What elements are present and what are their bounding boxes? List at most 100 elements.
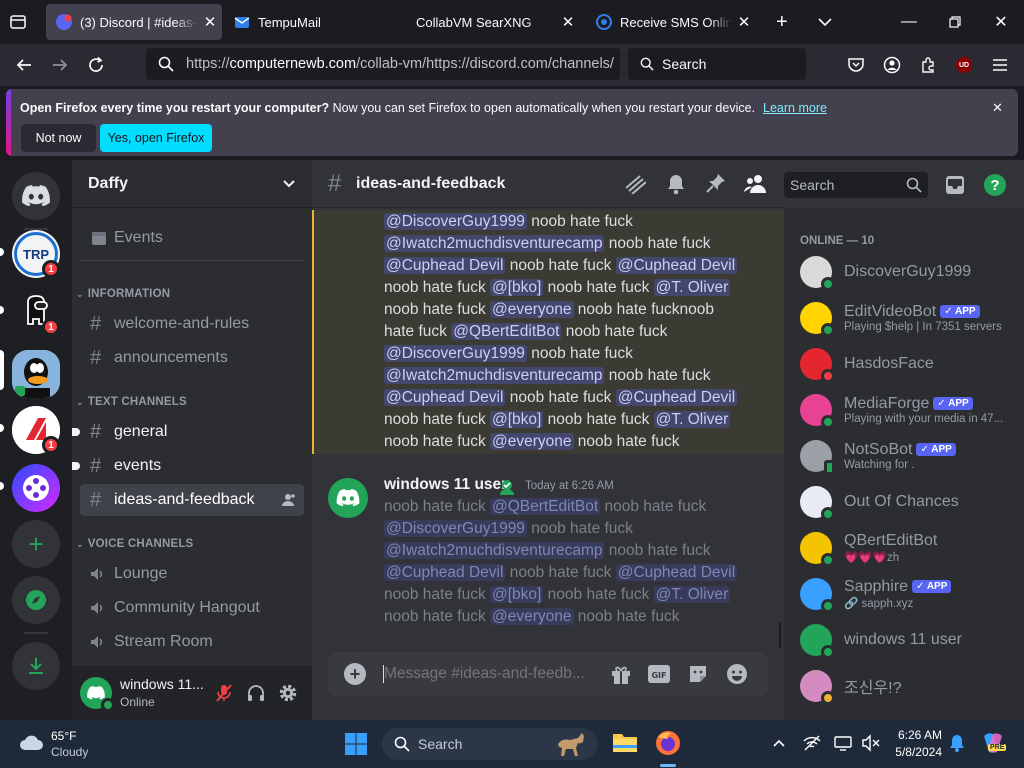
voice-channel-stream-room[interactable]: Stream Room (80, 626, 304, 658)
user-mention[interactable]: @Iwatch2muchdisventurecamp (384, 542, 605, 559)
bell-icon[interactable] (666, 173, 686, 195)
message-input[interactable] (384, 660, 588, 688)
avatar[interactable] (80, 677, 115, 712)
reload-icon[interactable] (80, 49, 112, 81)
gear-icon[interactable] (278, 683, 298, 703)
display-icon[interactable] (834, 734, 852, 752)
chevron-up-icon[interactable] (772, 736, 786, 750)
member-item[interactable]: MediaForge ✓ APP Playing with your media i… (792, 388, 1016, 432)
category-information[interactable]: ⌄ INFORMATION (76, 288, 170, 300)
avatar[interactable] (328, 478, 368, 518)
user-mention[interactable]: @Cuphead Devil (615, 564, 738, 581)
user-mention[interactable]: @Iwatch2muchdisventurecamp (384, 367, 605, 384)
scrollbar-thumb[interactable] (779, 622, 781, 648)
user-mention[interactable]: @Cuphead Devil (384, 257, 506, 274)
close-tab-icon[interactable]: ✕ (556, 10, 580, 34)
invite-member-icon[interactable] (282, 493, 296, 507)
channel-welcome-and-rules[interactable]: # welcome-and-rules (80, 308, 304, 340)
url-bar[interactable]: https://computernewb.com/collab-vm/https… (146, 48, 620, 80)
user-mention[interactable]: @T. Oliver (653, 586, 731, 603)
category-text-channels[interactable]: ⌄ TEXT CHANNELS (76, 396, 187, 408)
inbox-icon[interactable] (944, 174, 966, 196)
channel-general[interactable]: # general (72, 416, 304, 448)
member-item[interactable]: 조신우!? (792, 664, 1016, 708)
extensions-icon[interactable] (912, 49, 944, 81)
yes-open-firefox-button[interactable]: Yes, open Firefox (100, 124, 212, 152)
web-search-bar[interactable]: Search (628, 48, 806, 80)
headphones-icon[interactable] (246, 683, 266, 703)
menu-icon[interactable] (984, 49, 1016, 81)
gift-icon[interactable] (610, 663, 632, 685)
account-icon[interactable] (876, 49, 908, 81)
user-mention[interactable]: @DiscoverGuy1999 (384, 213, 527, 230)
user-mention[interactable]: @Iwatch2muchdisventurecamp (384, 235, 605, 252)
file-explorer-icon[interactable] (612, 730, 638, 754)
user-mention[interactable]: @Cuphead Devil (615, 389, 738, 406)
gif-icon[interactable]: GIF (647, 664, 671, 684)
user-mention[interactable]: @[bko] (490, 411, 544, 428)
user-mention[interactable]: @QBertEditBot (451, 323, 562, 340)
close-notification-icon[interactable]: ✕ (992, 100, 1003, 116)
channel-events[interactable]: # events (72, 450, 304, 482)
tab-tempumail[interactable]: TempuMail (224, 4, 400, 40)
new-tab-icon[interactable]: + (776, 12, 788, 32)
close-tab-icon[interactable]: ✕ (732, 10, 756, 34)
user-mention[interactable]: @everyone (490, 608, 574, 625)
windows-start-icon[interactable] (344, 732, 368, 756)
user-mention[interactable]: @T. Oliver (653, 279, 731, 296)
user-mention[interactable]: @T. Oliver (653, 411, 731, 428)
server-daffy[interactable] (12, 350, 60, 398)
member-item[interactable]: NotSoBot ✓ APP Watching for . (792, 434, 1016, 478)
firefox-taskbar-icon[interactable] (654, 729, 682, 757)
explore-servers-button[interactable] (12, 576, 60, 624)
member-item[interactable]: QBertEditBot 💗💗💗zh (792, 526, 1016, 570)
forward-icon[interactable] (44, 49, 76, 81)
server-header[interactable]: Daffy (72, 160, 312, 208)
chevron-down-icon[interactable] (816, 13, 834, 31)
user-mention[interactable]: @everyone (490, 301, 574, 318)
maximize-icon[interactable] (932, 0, 978, 44)
close-window-icon[interactable]: ✕ (978, 0, 1024, 44)
events-item[interactable]: Events (80, 222, 304, 254)
tab-receive-sms[interactable]: Receive SMS Online - SMS ✕ (586, 4, 756, 40)
user-mention[interactable]: @Cuphead Devil (615, 257, 738, 274)
member-item[interactable]: DiscoverGuy1999 (792, 250, 1016, 294)
category-voice-channels[interactable]: ⌄ VOICE CHANNELS (76, 538, 193, 550)
pin-icon[interactable] (706, 173, 726, 193)
tab-searxng[interactable]: CollabVM SearXNG ✕ (404, 4, 580, 40)
member-item[interactable]: windows 11 user (792, 618, 1016, 662)
copilot-icon[interactable]: PRE (980, 730, 1007, 756)
close-tab-icon[interactable]: ✕ (198, 10, 222, 34)
member-list-icon[interactable] (744, 173, 768, 195)
channel-ideas-and-feedback[interactable]: # ideas-and-feedback (80, 484, 304, 516)
learn-more-link[interactable]: Learn more (763, 101, 827, 115)
clock-time[interactable]: 6:26 AM (892, 728, 942, 742)
discord-home-button[interactable] (12, 172, 60, 220)
member-item[interactable]: HasdosFace (792, 342, 1016, 386)
user-mention[interactable]: @Cuphead Devil (384, 389, 506, 406)
pocket-icon[interactable] (840, 49, 872, 81)
notification-bell-icon[interactable] (949, 734, 965, 752)
help-icon[interactable]: ? (984, 174, 1006, 196)
user-mention[interactable]: @[bko] (490, 586, 544, 603)
voice-channel-community-hangout[interactable]: Community Hangout (80, 592, 304, 624)
server-film[interactable] (12, 464, 60, 512)
member-item[interactable]: Sapphire ✓ APP 🔗 sapph.xyz (792, 572, 1016, 616)
minimize-icon[interactable]: — (886, 0, 932, 44)
threads-icon[interactable] (624, 174, 646, 194)
message-author[interactable]: windows 11 user (384, 476, 507, 494)
user-mention[interactable]: @QBertEditBot (490, 498, 601, 515)
back-icon[interactable] (8, 49, 40, 81)
sticker-icon[interactable] (687, 663, 709, 685)
ublock-extension-icon[interactable]: UD (948, 49, 980, 81)
add-server-button[interactable]: + (12, 520, 60, 568)
member-item[interactable]: Out Of Chances (792, 480, 1016, 524)
member-item[interactable]: EditVideoBot ✓ APP Playing $help | In 7351… (792, 296, 1016, 340)
user-mention[interactable]: @DiscoverGuy1999 (384, 520, 527, 537)
user-mention[interactable]: @everyone (490, 433, 574, 450)
speaker-muted-icon[interactable] (862, 734, 880, 752)
upload-plus-icon[interactable]: + (344, 663, 366, 685)
tab-discord[interactable]: (3) Discord | #ideas-and-feedback ✕ (46, 4, 222, 40)
cloud-icon[interactable] (18, 732, 44, 752)
user-mention[interactable]: @[bko] (490, 279, 544, 296)
